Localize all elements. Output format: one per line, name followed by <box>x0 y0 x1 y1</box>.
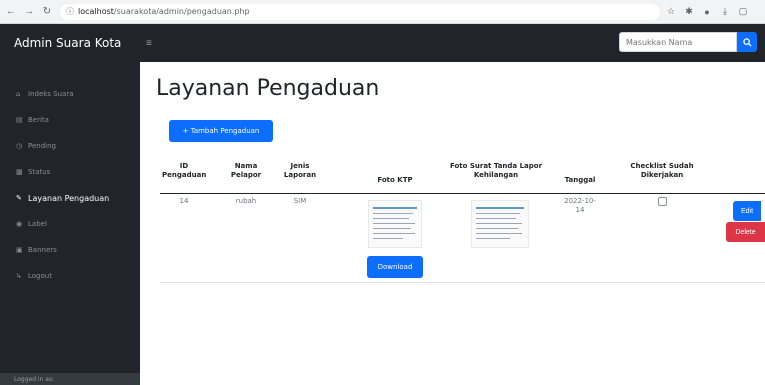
tag-icon: ◉ <box>16 220 23 228</box>
col-header-tanggal: Tanggal <box>564 176 596 184</box>
col-header-foto-ktp: Foto KTP <box>377 176 413 184</box>
top-navbar: Admin Suara Kota ≡ <box>0 24 765 62</box>
cell-tanggal: 2022-10-14 <box>564 197 596 215</box>
sidebar-item-label: Berita <box>28 116 49 124</box>
sidebar-item-indeks-suara[interactable]: ⌂ Indeks Suara <box>0 84 140 104</box>
profile-icon[interactable]: ● <box>700 5 714 19</box>
sidebar-item-label: Logout <box>28 272 52 280</box>
info-icon[interactable]: ⓘ <box>66 6 74 17</box>
browser-toolbar: ← → ↻ ⓘ localhost /suarakota/admin/penga… <box>0 0 765 24</box>
sidebar-item-label: Layanan Pengaduan <box>28 193 110 203</box>
reload-icon[interactable]: ↻ <box>40 5 54 19</box>
ktp-photo-thumbnail[interactable] <box>368 200 422 248</box>
sidebar-footer: Logged in as: <box>0 373 140 385</box>
sidebar-item-label: Indeks Suara <box>28 90 74 98</box>
surat-photo-thumbnail[interactable] <box>471 200 529 248</box>
logout-icon: ↳ <box>16 272 22 280</box>
sidebar-item-label-menu[interactable]: ◉ Label <box>0 214 140 234</box>
image-icon: ▣ <box>16 246 23 254</box>
search-input[interactable] <box>619 32 737 52</box>
sidebar: ⌂ Indeks Suara ▤ Berita ◷ Pending ▩ Stat… <box>0 62 140 385</box>
search-icon <box>742 37 752 47</box>
add-complaint-button[interactable]: + Tambah Pengaduan <box>169 120 273 142</box>
table-row-divider <box>160 282 765 283</box>
delete-button[interactable]: Delete <box>726 222 765 242</box>
sidebar-item-pending[interactable]: ◷ Pending <box>0 136 140 156</box>
page-title: Layanan Pengaduan <box>156 76 380 101</box>
col-header-jenis: Jenis Laporan <box>283 162 317 180</box>
cell-jenis: SIM <box>293 197 307 205</box>
sidebar-item-label: Label <box>28 220 47 228</box>
download-icon[interactable]: ⤓ <box>718 5 732 19</box>
sidebar-item-layanan-pengaduan[interactable]: ✎ Layanan Pengaduan <box>0 188 140 208</box>
sidebar-item-status[interactable]: ▩ Status <box>0 162 140 182</box>
col-header-checklist: Checklist Sudah Dikerjakan <box>630 162 694 180</box>
sidebar-item-label: Pending <box>28 142 56 150</box>
forward-icon[interactable]: → <box>22 5 36 19</box>
sidebar-item-logout[interactable]: ↳ Logout <box>0 266 140 286</box>
sidebar-item-banners[interactable]: ▣ Banners <box>0 240 140 260</box>
done-checkbox[interactable] <box>658 197 667 206</box>
search-form <box>619 32 757 52</box>
url-host: localhost <box>78 7 114 16</box>
home-icon: ⌂ <box>16 90 21 98</box>
menu-toggle-icon[interactable]: ≡ <box>146 38 152 49</box>
col-header-nama: Nama Pelapor <box>230 162 262 180</box>
pencil-icon: ✎ <box>16 194 22 202</box>
table-header-divider <box>160 193 765 194</box>
menu-icon[interactable]: ▢ <box>736 5 750 19</box>
search-button[interactable] <box>737 32 757 52</box>
sidebar-item-berita[interactable]: ▤ Berita <box>0 110 140 130</box>
extension-icon[interactable]: ✱ <box>682 5 696 19</box>
star-icon[interactable]: ☆ <box>664 5 678 19</box>
download-button[interactable]: Download <box>367 256 423 278</box>
col-header-foto-surat: Foto Surat Tanda Lapor Kehilangan <box>449 162 543 180</box>
sidebar-item-label: Status <box>28 168 51 176</box>
main-content: Layanan Pengaduan + Tambah Pengaduan ID … <box>140 62 765 385</box>
sidebar-item-label: Banners <box>28 246 57 254</box>
news-icon: ▤ <box>16 116 23 124</box>
brand[interactable]: Admin Suara Kota <box>0 36 140 50</box>
back-icon[interactable]: ← <box>4 5 18 19</box>
address-bar[interactable]: ⓘ localhost /suarakota/admin/pengaduan.p… <box>60 3 660 20</box>
url-path: /suarakota/admin/pengaduan.php <box>113 7 250 16</box>
col-header-id: ID Pengaduan <box>162 162 207 180</box>
edit-button[interactable]: Edit <box>733 201 761 221</box>
clock-icon: ◷ <box>16 142 23 150</box>
cell-nama: rubah <box>235 197 257 205</box>
cell-id: 14 <box>179 197 189 205</box>
chart-icon: ▩ <box>16 168 23 176</box>
